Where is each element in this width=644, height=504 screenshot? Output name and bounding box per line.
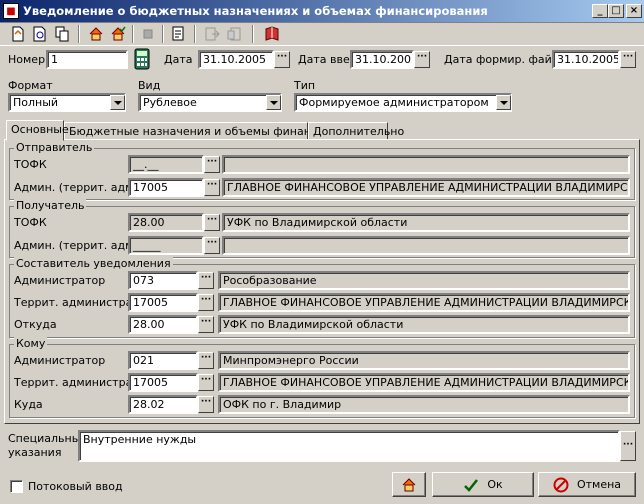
- sender-admin-name: ГЛАВНОЕ ФИНАНСОВОЕ УПРАВЛЕНИЕ АДМИНИСТРА…: [222, 178, 630, 197]
- to-where-code[interactable]: 28.02: [128, 395, 198, 414]
- recipient-tofk-lookup-button[interactable]: ···: [204, 214, 220, 231]
- ok-label: Ок: [487, 478, 503, 491]
- tab-additional[interactable]: Дополнительно: [308, 122, 404, 140]
- ok-button[interactable]: Ок: [432, 472, 534, 497]
- home-check-icon[interactable]: [108, 24, 128, 44]
- home-icon[interactable]: [86, 24, 106, 44]
- date-picker-button[interactable]: ···: [274, 51, 290, 68]
- cancel-button[interactable]: Отмена: [538, 472, 636, 497]
- cancel-icon: [553, 477, 569, 492]
- tab-basic[interactable]: Основные: [6, 120, 69, 141]
- date-entered-picker-button[interactable]: ···: [414, 51, 430, 68]
- to-title: Кому: [14, 337, 48, 350]
- format-dropdown-icon[interactable]: [110, 95, 125, 110]
- sender-admin-code[interactable]: 17005: [128, 178, 204, 197]
- type-dropdown-icon[interactable]: [496, 95, 511, 110]
- sender-title: Отправитель: [14, 141, 95, 154]
- recipient-tofk-name: УФК по Владимирской области: [222, 213, 630, 232]
- window-title: Уведомление о бюджетных назначениях и об…: [23, 4, 488, 18]
- sender-tofk-name: [222, 155, 630, 174]
- to-where-name: ОФК по г. Владимир: [218, 395, 630, 414]
- type-label: Тип: [294, 79, 316, 92]
- special-label-line1: Специальные: [8, 432, 88, 445]
- file-date-label: Дата формир. файла: [444, 53, 566, 66]
- composer-from-lookup-button[interactable]: ···: [198, 316, 214, 333]
- date-field[interactable]: 31.10.2005: [198, 50, 274, 69]
- recipient-admin-lookup-button[interactable]: ···: [204, 237, 220, 254]
- tab-panel: Отправитель ТОФК __.__ ··· Админ. (терри…: [4, 139, 640, 424]
- toolbar: [0, 22, 644, 46]
- format-select[interactable]: Полный: [8, 93, 126, 112]
- to-terr-lookup-button[interactable]: ···: [198, 374, 214, 391]
- app-icon: ■: [3, 3, 19, 19]
- special-lookup-button[interactable]: ···: [620, 431, 636, 461]
- to-admin-name: Минпромэнерго России: [218, 351, 630, 370]
- to-terr-name: ГЛАВНОЕ ФИНАНСОВОЕ УПРАВЛЕНИЕ АДМИНИСТРА…: [218, 373, 630, 392]
- home-button[interactable]: [392, 472, 426, 497]
- special-label-line2: указания: [8, 446, 62, 459]
- composer-admin-name: Рособразование: [218, 271, 630, 290]
- composer-admin-lookup-button[interactable]: ···: [198, 272, 214, 289]
- minimize-button[interactable]: _: [592, 4, 608, 18]
- to-where-label: Куда: [14, 398, 43, 411]
- stream-input-label: Потоковый ввод: [28, 480, 123, 493]
- file-date-field[interactable]: 31.10.2005: [552, 50, 620, 69]
- recipient-title: Получатель: [14, 199, 87, 212]
- file-date-picker-button[interactable]: ···: [620, 51, 636, 68]
- tab-budget[interactable]: Бюджетные назначения и объемы финансиров…: [64, 122, 372, 140]
- close-button[interactable]: ×: [626, 4, 642, 18]
- special-instructions-field[interactable]: Внутренние нужды: [78, 430, 620, 462]
- type-select[interactable]: Формируемое администратором: [294, 93, 512, 112]
- to-admin-label: Администратор: [14, 354, 106, 367]
- to-admin-lookup-button[interactable]: ···: [198, 352, 214, 369]
- title-bar: ■ Уведомление о бюджетных назначениях и …: [0, 0, 644, 22]
- composer-group: Составитель уведомления Администратор 07…: [9, 257, 635, 338]
- kind-select[interactable]: Рублевое: [138, 93, 282, 112]
- sender-group: Отправитель ТОФК __.__ ··· Админ. (терри…: [9, 141, 635, 200]
- sender-tofk-label: ТОФК: [14, 158, 47, 171]
- stream-input-checkbox[interactable]: [10, 480, 23, 493]
- recipient-group: Получатель ТОФК 28.00 ··· УФК по Владими…: [9, 199, 635, 258]
- composer-terr-code[interactable]: 17005: [128, 293, 198, 312]
- to-terr-code[interactable]: 17005: [128, 373, 198, 392]
- composer-from-name: УФК по Владимирской области: [218, 315, 630, 334]
- kind-dropdown-icon[interactable]: [266, 95, 281, 110]
- print-icon[interactable]: [168, 24, 188, 44]
- to-admin-code[interactable]: 021: [128, 351, 198, 370]
- to-where-lookup-button[interactable]: ···: [198, 396, 214, 413]
- cancel-label: Отмена: [576, 478, 622, 491]
- composer-admin-label: Администратор: [14, 274, 106, 287]
- composer-from-label: Откуда: [14, 318, 57, 331]
- composer-terr-name: ГЛАВНОЕ ФИНАНСОВОЕ УПРАВЛЕНИЕ АДМИНИСТРА…: [218, 293, 630, 312]
- refresh-icon: [138, 24, 158, 44]
- preview-icon[interactable]: [30, 24, 50, 44]
- date-entered-field[interactable]: 31.10.2005: [350, 50, 414, 69]
- calculator-icon[interactable]: [134, 48, 150, 70]
- copy-doc-icon[interactable]: [52, 24, 72, 44]
- composer-terr-lookup-button[interactable]: ···: [198, 294, 214, 311]
- number-field[interactable]: 1: [46, 50, 128, 69]
- export-icon: [202, 24, 222, 44]
- composer-from-code[interactable]: 28.00: [128, 315, 198, 334]
- composer-title: Составитель уведомления: [14, 257, 173, 270]
- recipient-tofk-code[interactable]: 28.00: [128, 213, 204, 232]
- sender-tofk-code[interactable]: __.__: [128, 155, 204, 174]
- checkmark-icon: [464, 478, 479, 492]
- home-icon: [402, 477, 416, 491]
- kind-label: Вид: [138, 79, 161, 92]
- to-group: Кому Администратор 021 ··· Минпромэнерго…: [9, 337, 635, 418]
- date-label: Дата: [164, 53, 193, 66]
- new-doc-icon[interactable]: [8, 24, 28, 44]
- format-label: Формат: [8, 79, 53, 92]
- recipient-admin-name: [222, 236, 630, 255]
- import-icon: [224, 24, 244, 44]
- composer-admin-code[interactable]: 073: [128, 271, 198, 290]
- sender-admin-lookup-button[interactable]: ···: [204, 179, 220, 196]
- book-icon[interactable]: [262, 24, 282, 44]
- maximize-button[interactable]: □: [608, 4, 624, 18]
- sender-tofk-lookup-button[interactable]: ···: [204, 156, 220, 173]
- recipient-tofk-label: ТОФК: [14, 216, 47, 229]
- recipient-admin-code[interactable]: _____: [128, 236, 204, 255]
- number-label: Номер: [8, 53, 46, 66]
